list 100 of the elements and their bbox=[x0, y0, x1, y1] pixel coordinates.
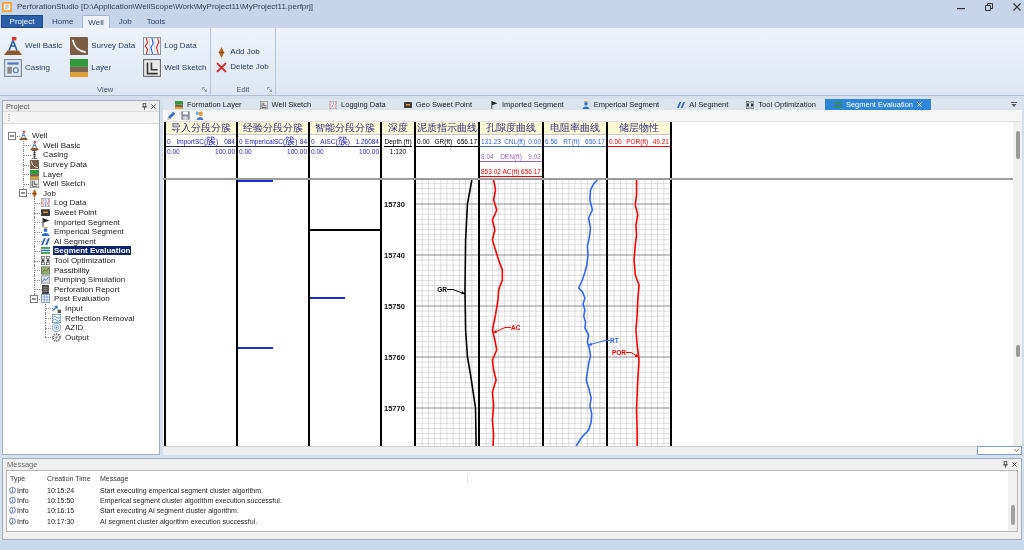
info-icon bbox=[9, 496, 16, 504]
restore-icon[interactable] bbox=[985, 3, 993, 11]
track-title: 泥质指示曲线 bbox=[416, 122, 478, 135]
tile-icon bbox=[403, 100, 412, 109]
corner-arrow-icon[interactable] bbox=[202, 86, 208, 92]
log-chart-icon bbox=[143, 36, 162, 55]
scale-line bbox=[310, 146, 380, 147]
ribbon-tab[interactable]: Well bbox=[82, 15, 110, 28]
tree-item[interactable]: AI Segment bbox=[53, 236, 97, 246]
corner-arrow-icon[interactable] bbox=[266, 86, 272, 92]
tree-item[interactable]: AZID bbox=[64, 323, 85, 333]
tree-item[interactable]: Input bbox=[64, 304, 84, 313]
minimize-icon[interactable] bbox=[957, 8, 965, 10]
tile-icon bbox=[41, 208, 50, 218]
leader-arrow bbox=[446, 289, 466, 295]
ribbon-button[interactable]: Add Job bbox=[216, 46, 269, 58]
wave-icon bbox=[52, 313, 61, 323]
tree-item[interactable]: Well Basic bbox=[42, 140, 82, 150]
layers-icon bbox=[70, 58, 89, 77]
close-icon[interactable] bbox=[151, 103, 156, 109]
close-icon[interactable] bbox=[1013, 3, 1021, 11]
derrick-icon bbox=[30, 140, 39, 150]
tree-item[interactable]: Emperical Segment bbox=[53, 227, 125, 237]
app-icon bbox=[2, 2, 12, 12]
ribbon-tab[interactable]: Job bbox=[112, 15, 138, 28]
tree-item[interactable]: Imported Segment bbox=[53, 217, 121, 227]
pin-icon[interactable] bbox=[1003, 461, 1008, 468]
track-title: 储层物性 bbox=[608, 122, 670, 135]
beam-icon bbox=[30, 150, 39, 160]
app-menu-button[interactable]: Project bbox=[1, 15, 43, 28]
tree-item[interactable]: Well Sketch bbox=[42, 179, 87, 189]
collapse-icon[interactable] bbox=[30, 294, 38, 303]
table-icon bbox=[41, 294, 50, 304]
tree-item[interactable]: Tool Optimization bbox=[53, 256, 117, 265]
ribbon-tab[interactable]: Tools bbox=[140, 15, 172, 28]
vertical-scrollbar[interactable] bbox=[1013, 122, 1022, 180]
ribbon-button[interactable]: Well Sketch bbox=[143, 58, 207, 77]
pencil-icon[interactable] bbox=[167, 111, 176, 120]
form-icon bbox=[4, 58, 22, 77]
tree-item[interactable]: Well bbox=[31, 131, 49, 141]
chevron-down-icon bbox=[1014, 449, 1019, 452]
leader-arrow bbox=[625, 352, 640, 358]
tree-item[interactable]: Job bbox=[42, 188, 57, 198]
tree-item[interactable]: Segment Evaluation bbox=[53, 246, 132, 256]
delete-icon bbox=[216, 61, 228, 73]
collapse-icon[interactable] bbox=[19, 189, 27, 198]
ribbon-tab[interactable]: Home bbox=[46, 15, 80, 28]
horizontal-scrollbar[interactable] bbox=[163, 446, 977, 455]
vertical-scrollbar[interactable] bbox=[1008, 471, 1017, 531]
stripes-icon bbox=[833, 100, 842, 109]
tree-item[interactable]: Survey Data bbox=[42, 160, 89, 170]
scrollbar-thumb[interactable] bbox=[1015, 131, 1020, 159]
ribbon-button[interactable]: Well Basic bbox=[4, 36, 63, 55]
curve-chart-icon bbox=[30, 160, 39, 170]
scrollbar-thumb[interactable] bbox=[1015, 345, 1020, 357]
dropdown-icon[interactable] bbox=[1011, 102, 1017, 107]
collapse-icon[interactable] bbox=[8, 131, 16, 140]
layers-icon bbox=[30, 169, 39, 179]
vertical-scrollbar[interactable] bbox=[1013, 180, 1022, 446]
tree-item[interactable]: Casing bbox=[42, 150, 69, 160]
target-icon bbox=[52, 323, 61, 333]
dropdown-field[interactable] bbox=[977, 446, 1022, 455]
scrollbar-thumb[interactable] bbox=[1010, 505, 1015, 525]
tree-item[interactable]: Post Evaluation bbox=[53, 294, 111, 304]
person-icon bbox=[581, 100, 590, 109]
track-title: 经验分段分簇 bbox=[238, 122, 308, 135]
tree-item[interactable]: Layer bbox=[42, 169, 64, 179]
user-icon[interactable] bbox=[195, 111, 204, 120]
tree-item[interactable]: Log Data bbox=[53, 198, 88, 208]
tree-item[interactable]: Reflection Removal bbox=[64, 313, 136, 323]
close-icon[interactable] bbox=[1012, 462, 1017, 467]
ribbon-button[interactable]: Casing bbox=[4, 58, 63, 77]
ribbon-button[interactable]: Delete Job bbox=[216, 61, 269, 73]
bracket-icon bbox=[143, 58, 162, 77]
segment-marker bbox=[238, 347, 273, 349]
grid-icon bbox=[746, 100, 755, 109]
tree-item[interactable]: Sweet Point bbox=[53, 208, 98, 218]
bracket-icon bbox=[30, 179, 39, 189]
tree-item[interactable]: Output bbox=[64, 332, 90, 342]
person-icon bbox=[41, 227, 50, 237]
tree-item[interactable]: Passibility bbox=[53, 265, 91, 275]
save-icon[interactable] bbox=[181, 111, 190, 120]
ribbon-button[interactable]: Survey Data bbox=[70, 36, 136, 55]
segment-marker bbox=[310, 297, 345, 299]
stripes-icon bbox=[41, 246, 50, 256]
ribbon-button[interactable]: Layer bbox=[70, 58, 136, 77]
segment-marker bbox=[238, 180, 273, 182]
map-icon bbox=[41, 265, 50, 275]
grid-icon bbox=[41, 256, 50, 265]
slanted-bars-icon bbox=[677, 100, 686, 109]
tree-item[interactable]: Pumping Simulation bbox=[53, 275, 127, 285]
track-title: 导入分段分簇 bbox=[166, 122, 236, 135]
ribbon-button[interactable]: Log Data bbox=[143, 36, 207, 55]
pin-icon[interactable] bbox=[142, 102, 147, 110]
slanted-bars-icon bbox=[41, 236, 50, 246]
tree-item[interactable]: Perforation Report bbox=[53, 284, 121, 294]
curve-chart-icon bbox=[70, 36, 89, 55]
scale-line bbox=[166, 146, 236, 147]
arrow-icon bbox=[52, 304, 61, 313]
drill-bit-icon bbox=[30, 188, 39, 198]
